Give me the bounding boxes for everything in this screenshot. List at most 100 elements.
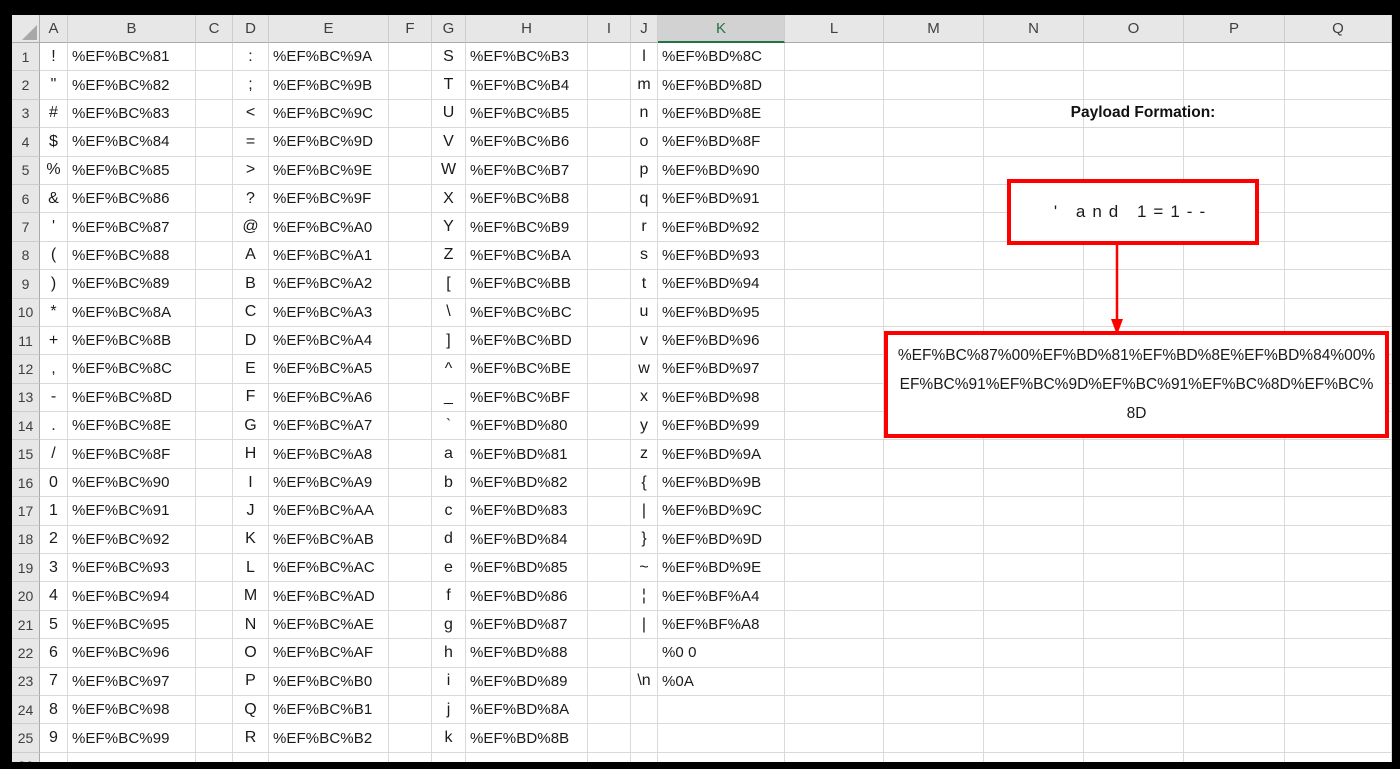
cell-H10[interactable]: %EF%BC%BC xyxy=(466,298,588,327)
cell-A13[interactable]: - xyxy=(40,383,68,413)
cell-L24[interactable] xyxy=(785,695,884,725)
cell-E24[interactable]: %EF%BC%B1 xyxy=(269,695,389,725)
cell-I15[interactable] xyxy=(588,440,631,469)
cell-D25[interactable]: R xyxy=(233,724,269,753)
cell-C17[interactable] xyxy=(196,497,233,526)
cell-Q19[interactable] xyxy=(1285,554,1392,583)
cell-J15[interactable]: z xyxy=(631,440,658,469)
cell-C25[interactable] xyxy=(196,724,233,753)
cell-C11[interactable] xyxy=(196,326,233,356)
cell-A8[interactable]: ( xyxy=(40,241,68,271)
cell-K25[interactable] xyxy=(658,724,785,753)
cell-I10[interactable] xyxy=(588,298,631,327)
cell-G23[interactable]: i xyxy=(432,667,466,696)
cell-C20[interactable] xyxy=(196,582,233,611)
cell-L1[interactable] xyxy=(785,43,884,72)
cell-D12[interactable]: E xyxy=(233,355,269,384)
cell-L9[interactable] xyxy=(785,270,884,299)
column-header-G[interactable]: G xyxy=(432,15,466,43)
cell-P17[interactable] xyxy=(1184,497,1285,526)
cell-L17[interactable] xyxy=(785,497,884,526)
cell-L23[interactable] xyxy=(785,667,884,696)
cell-K26[interactable] xyxy=(658,752,785,762)
cell-D6[interactable]: ? xyxy=(233,184,269,214)
cell-I26[interactable] xyxy=(588,752,631,762)
cell-M17[interactable] xyxy=(884,497,984,526)
row-header-14[interactable]: 14 xyxy=(12,412,40,441)
cell-H9[interactable]: %EF%BC%BB xyxy=(466,270,588,299)
cell-M21[interactable] xyxy=(884,610,984,640)
cell-K17[interactable]: %EF%BD%9C xyxy=(658,497,785,526)
cell-D21[interactable]: N xyxy=(233,610,269,640)
row-header-16[interactable]: 16 xyxy=(12,468,40,498)
cell-O18[interactable] xyxy=(1084,525,1184,555)
cell-H1[interactable]: %EF%BC%B3 xyxy=(466,43,588,72)
cell-P16[interactable] xyxy=(1184,468,1285,498)
cell-H4[interactable]: %EF%BC%B6 xyxy=(466,128,588,157)
cell-F8[interactable] xyxy=(389,241,432,271)
cell-C2[interactable] xyxy=(196,71,233,100)
cell-I16[interactable] xyxy=(588,468,631,498)
cell-F2[interactable] xyxy=(389,71,432,100)
cell-E16[interactable]: %EF%BC%A9 xyxy=(269,468,389,498)
cell-Q10[interactable] xyxy=(1285,298,1392,327)
cell-J7[interactable]: r xyxy=(631,213,658,242)
column-header-A[interactable]: A xyxy=(40,15,68,43)
cell-K10[interactable]: %EF%BD%95 xyxy=(658,298,785,327)
cell-F21[interactable] xyxy=(389,610,432,640)
cell-I8[interactable] xyxy=(588,241,631,271)
cell-Q21[interactable] xyxy=(1285,610,1392,640)
cell-J25[interactable] xyxy=(631,724,658,753)
cell-Q24[interactable] xyxy=(1285,695,1392,725)
cell-Q22[interactable] xyxy=(1285,639,1392,668)
cell-Q15[interactable] xyxy=(1285,440,1392,469)
row-header-3[interactable]: 3 xyxy=(12,99,40,129)
cell-D2[interactable]: ; xyxy=(233,71,269,100)
cell-O4[interactable] xyxy=(1084,128,1184,157)
cell-K15[interactable]: %EF%BD%9A xyxy=(658,440,785,469)
cell-K14[interactable]: %EF%BD%99 xyxy=(658,412,785,441)
cell-K2[interactable]: %EF%BD%8D xyxy=(658,71,785,100)
cell-N10[interactable] xyxy=(984,298,1084,327)
cell-C8[interactable] xyxy=(196,241,233,271)
cell-G21[interactable]: g xyxy=(432,610,466,640)
cell-L4[interactable] xyxy=(785,128,884,157)
cell-P19[interactable] xyxy=(1184,554,1285,583)
cell-N4[interactable] xyxy=(984,128,1084,157)
cell-B18[interactable]: %EF%BC%92 xyxy=(68,525,196,555)
cell-Q9[interactable] xyxy=(1285,270,1392,299)
cell-P18[interactable] xyxy=(1184,525,1285,555)
cell-H5[interactable]: %EF%BC%B7 xyxy=(466,156,588,185)
cell-C16[interactable] xyxy=(196,468,233,498)
cell-H17[interactable]: %EF%BD%83 xyxy=(466,497,588,526)
cell-B11[interactable]: %EF%BC%8B xyxy=(68,326,196,356)
cell-Q26[interactable] xyxy=(1285,752,1392,762)
cell-C3[interactable] xyxy=(196,99,233,129)
cell-B2[interactable]: %EF%BC%82 xyxy=(68,71,196,100)
cell-G25[interactable]: k xyxy=(432,724,466,753)
cell-F7[interactable] xyxy=(389,213,432,242)
cell-K4[interactable]: %EF%BD%8F xyxy=(658,128,785,157)
cell-D4[interactable]: = xyxy=(233,128,269,157)
cell-I21[interactable] xyxy=(588,610,631,640)
cell-M15[interactable] xyxy=(884,440,984,469)
cell-F18[interactable] xyxy=(389,525,432,555)
cell-A9[interactable]: ) xyxy=(40,270,68,299)
cell-N17[interactable] xyxy=(984,497,1084,526)
row-header-17[interactable]: 17 xyxy=(12,497,40,526)
cell-M26[interactable] xyxy=(884,752,984,762)
cell-J1[interactable]: l xyxy=(631,43,658,72)
cell-C15[interactable] xyxy=(196,440,233,469)
cell-P26[interactable] xyxy=(1184,752,1285,762)
cell-D5[interactable]: > xyxy=(233,156,269,185)
cell-K11[interactable]: %EF%BD%96 xyxy=(658,326,785,356)
cell-H20[interactable]: %EF%BD%86 xyxy=(466,582,588,611)
cell-O21[interactable] xyxy=(1084,610,1184,640)
cell-G2[interactable]: T xyxy=(432,71,466,100)
cell-O22[interactable] xyxy=(1084,639,1184,668)
cell-C12[interactable] xyxy=(196,355,233,384)
cell-Q23[interactable] xyxy=(1285,667,1392,696)
cell-Q18[interactable] xyxy=(1285,525,1392,555)
row-header-5[interactable]: 5 xyxy=(12,156,40,185)
cell-Q8[interactable] xyxy=(1285,241,1392,271)
